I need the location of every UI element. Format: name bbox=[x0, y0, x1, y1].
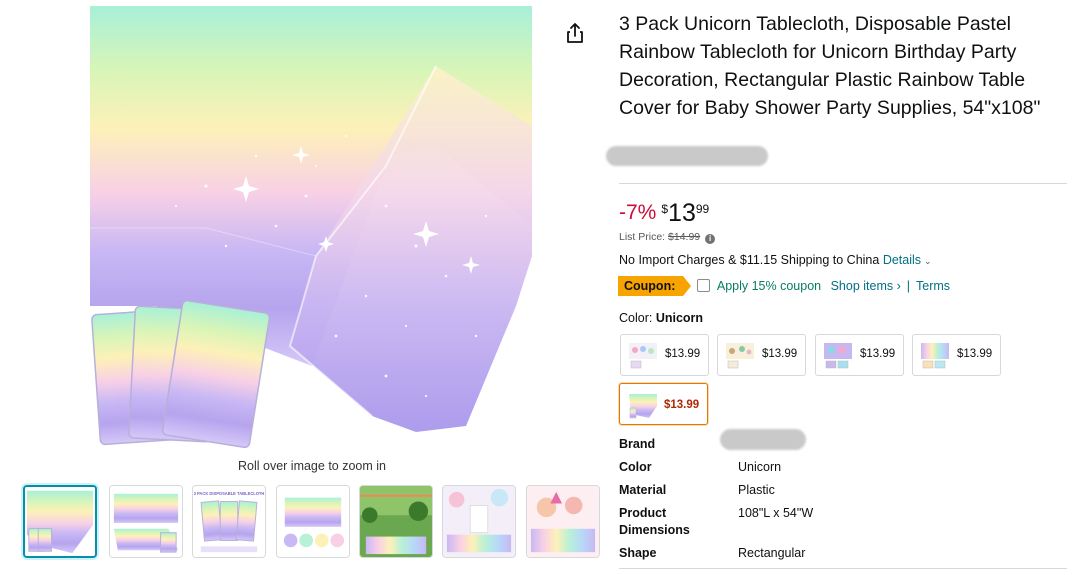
thumbnail-7[interactable] bbox=[526, 485, 600, 558]
swatch-image bbox=[726, 343, 754, 369]
spec-key-material: Material bbox=[619, 483, 667, 497]
store-link-redacted[interactable] bbox=[606, 146, 768, 166]
spec-key-color: Color bbox=[619, 460, 652, 474]
thumbnail-4[interactable] bbox=[276, 485, 350, 558]
color-selection-label: Color: Unicorn bbox=[619, 311, 703, 325]
spec-key-shape: Shape bbox=[619, 546, 657, 560]
brand-value-redacted bbox=[720, 429, 806, 450]
swatch-image bbox=[824, 343, 852, 369]
price-block: -7% $1399 bbox=[619, 198, 709, 228]
shop-items-link[interactable]: Shop items › bbox=[831, 279, 901, 293]
spec-value-material: Plastic bbox=[738, 483, 775, 497]
swatch-price: $13.99 bbox=[664, 399, 700, 411]
thumbnail-3[interactable]: 3 PACK DISPOSABLE TABLECLOTH bbox=[192, 485, 266, 558]
swatch-price: $13.99 bbox=[762, 348, 798, 360]
swatch-price: $13.99 bbox=[957, 348, 993, 360]
terms-link[interactable]: Terms bbox=[916, 279, 950, 293]
list-price-label: List Price: bbox=[619, 231, 666, 243]
color-label: Color: bbox=[619, 311, 653, 325]
share-icon[interactable] bbox=[562, 20, 588, 46]
price: $1399 bbox=[661, 198, 709, 228]
discount-percent: -7% bbox=[619, 201, 657, 224]
price-whole: 13 bbox=[668, 199, 696, 227]
thumbnail-5[interactable] bbox=[359, 485, 433, 558]
product-title: 3 Pack Unicorn Tablecloth, Disposable Pa… bbox=[619, 13, 1041, 119]
shipping-text: No Import Charges & $11.15 Shipping to C… bbox=[619, 253, 880, 267]
info-icon[interactable]: i bbox=[705, 234, 716, 244]
spec-key-dimensions: Product Dimensions bbox=[619, 506, 690, 537]
color-swatch-4[interactable]: $13.99 bbox=[912, 334, 1001, 376]
coupon-badge: Coupon: bbox=[618, 276, 692, 296]
list-price-value: $14.99 bbox=[668, 231, 701, 243]
color-swatch-2[interactable]: $13.99 bbox=[717, 334, 806, 376]
price-fraction: 99 bbox=[695, 202, 710, 216]
thumbnail-6[interactable] bbox=[442, 485, 516, 558]
swatch-image bbox=[921, 343, 949, 369]
divider bbox=[619, 568, 1067, 569]
main-product-image[interactable] bbox=[86, 6, 538, 452]
thumbnail-3-caption: 3 PACK DISPOSABLE TABLECLOTH bbox=[194, 491, 265, 496]
selected-color-name: Unicorn bbox=[655, 311, 704, 325]
shipping-details-link[interactable]: Details bbox=[883, 253, 921, 267]
thumbnail-1[interactable] bbox=[23, 485, 97, 558]
spec-value-color: Unicorn bbox=[738, 460, 782, 474]
separator: | bbox=[906, 279, 911, 293]
swatch-image bbox=[629, 394, 657, 419]
color-swatch-3[interactable]: $13.99 bbox=[815, 334, 904, 376]
spec-value-shape: Rectangular bbox=[738, 546, 806, 560]
chevron-down-icon[interactable]: ⌄ bbox=[924, 256, 932, 266]
spec-value-dimensions: 108"L x 54"W bbox=[738, 506, 814, 520]
swatch-price: $13.99 bbox=[665, 348, 701, 360]
coupon-label[interactable]: Apply 15% coupon bbox=[717, 279, 821, 293]
shipping-info: No Import Charges & $11.15 Shipping to C… bbox=[619, 253, 932, 267]
coupon-checkbox[interactable] bbox=[697, 279, 711, 292]
spec-key-brand: Brand bbox=[619, 437, 656, 451]
color-swatch-1[interactable]: $13.99 bbox=[620, 334, 709, 376]
swatch-image bbox=[629, 343, 657, 369]
list-price: List Price: $14.99 i bbox=[619, 231, 716, 244]
coupon-row: Coupon: Apply 15% coupon Shop items › | Te… bbox=[618, 276, 950, 296]
thumbnail-2[interactable] bbox=[109, 485, 183, 558]
price-symbol: $ bbox=[661, 202, 669, 216]
zoom-hint: Roll over image to zoom in bbox=[238, 459, 386, 473]
color-swatch-5-selected[interactable]: $13.99 bbox=[619, 383, 708, 425]
swatch-price: $13.99 bbox=[860, 348, 896, 360]
divider bbox=[619, 183, 1067, 184]
